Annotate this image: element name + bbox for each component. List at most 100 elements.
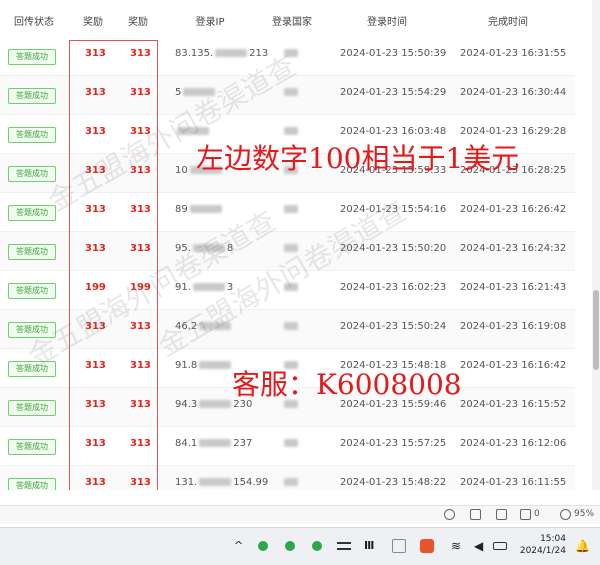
chevron-up-icon[interactable]: ^ bbox=[234, 539, 248, 553]
ip-prefix: 10 bbox=[175, 165, 188, 176]
ip-prefix: 46.2 bbox=[175, 321, 198, 332]
reward-value: 313 bbox=[130, 165, 151, 176]
windows-taskbar: ^ Ⅲ ≋ ◀ 15:04 2024/1/24 🔔 bbox=[0, 527, 600, 565]
wechat-icon[interactable] bbox=[312, 541, 322, 551]
status-badge: 答题成功 bbox=[8, 244, 56, 260]
zoom-icon[interactable] bbox=[560, 509, 571, 520]
overlay-contact: 客服：K6008008 bbox=[232, 368, 462, 401]
redacted-block bbox=[284, 478, 298, 486]
login-country bbox=[284, 438, 298, 449]
survey-results-page: 回传状态 奖励 奖励 登录IP 登录国家 登录时间 完成时间 答题成功 313 31… bbox=[0, 0, 600, 490]
login-country bbox=[284, 321, 298, 332]
scrollbar-thumb[interactable] bbox=[593, 290, 599, 370]
status-badge: 答题成功 bbox=[8, 400, 56, 416]
wechat-icon[interactable] bbox=[285, 541, 295, 551]
login-time: 2024-01-23 16:03:48 bbox=[340, 126, 447, 137]
reader-icon[interactable] bbox=[470, 509, 481, 520]
redacted-block bbox=[284, 283, 298, 291]
login-country bbox=[284, 48, 298, 59]
grid-icon[interactable] bbox=[520, 509, 531, 520]
reward-value: 313 bbox=[85, 243, 106, 254]
save-icon[interactable] bbox=[496, 509, 507, 520]
col-header-reward-2: 奖励 bbox=[128, 17, 148, 28]
login-ip: 46.2 bbox=[175, 321, 233, 332]
input-method-icon[interactable] bbox=[392, 539, 406, 553]
login-ip bbox=[175, 126, 211, 137]
volume-icon[interactable]: ◀ bbox=[474, 539, 488, 553]
login-country bbox=[284, 243, 298, 254]
redacted-block bbox=[192, 244, 225, 252]
reward-value: 313 bbox=[85, 321, 106, 332]
col-header-reward-1: 奖励 bbox=[83, 17, 103, 28]
status-badge: 答题成功 bbox=[8, 205, 56, 221]
table-row[interactable]: 答题成功 199 199 91. 3 2024-01-23 16:02:23 2024-01… bbox=[0, 271, 575, 310]
done-time: 2024-01-23 16:19:08 bbox=[460, 321, 567, 332]
login-ip: 91. 3 bbox=[175, 282, 233, 293]
login-time: 2024-01-23 16:02:23 bbox=[340, 282, 447, 293]
table-row[interactable]: 答题成功 313 313 84.1 237 2024-01-23 15:57:25 2024… bbox=[0, 427, 575, 466]
login-time: 2024-01-23 15:54:29 bbox=[340, 87, 447, 98]
status-badge: 答题成功 bbox=[8, 439, 56, 455]
table-row[interactable]: 答题成功 313 313 83.135. 213 2024-01-23 15:50:39 2… bbox=[0, 37, 575, 76]
login-country bbox=[284, 204, 298, 215]
redacted-block bbox=[284, 439, 298, 447]
redacted-block bbox=[199, 400, 232, 408]
reward-value: 313 bbox=[85, 48, 106, 59]
app-icon[interactable]: Ⅲ bbox=[364, 539, 378, 553]
done-time: 2024-01-23 16:29:28 bbox=[460, 126, 567, 137]
redacted-block bbox=[284, 244, 298, 252]
reward-value: 313 bbox=[130, 438, 151, 449]
table-body: 答题成功 313 313 83.135. 213 2024-01-23 15:50:39 2… bbox=[0, 37, 575, 490]
table-row[interactable]: 答题成功 313 313 131. 154.99 2024-01-23 15:48:22 2… bbox=[0, 466, 575, 490]
table-row[interactable]: 答题成功 313 313 46.2 2024-01-23 15:50:24 2024-01… bbox=[0, 310, 575, 349]
ip-prefix: 131. bbox=[175, 477, 198, 488]
reward-value: 313 bbox=[85, 126, 106, 137]
reward-value: 313 bbox=[130, 243, 151, 254]
status-badge: 答题成功 bbox=[8, 88, 56, 104]
done-time: 2024-01-23 16:26:42 bbox=[460, 204, 567, 215]
redacted-block bbox=[199, 361, 232, 369]
reward-value: 199 bbox=[85, 282, 106, 293]
redacted-block bbox=[284, 322, 298, 330]
taskbar-clock[interactable]: 15:04 2024/1/24 bbox=[516, 533, 566, 557]
login-country bbox=[284, 126, 298, 137]
battery-icon[interactable] bbox=[493, 542, 507, 550]
ip-prefix: 95. bbox=[175, 243, 191, 254]
security-app-icon[interactable] bbox=[420, 539, 434, 553]
reward-value: 313 bbox=[85, 477, 106, 488]
reward-value: 313 bbox=[130, 87, 151, 98]
reward-value: 313 bbox=[85, 360, 106, 371]
grid-count: 0 bbox=[534, 509, 540, 519]
redacted-block bbox=[284, 127, 298, 135]
reward-value: 313 bbox=[85, 399, 106, 410]
reward-value: 313 bbox=[130, 204, 151, 215]
vertical-scrollbar[interactable] bbox=[592, 0, 600, 490]
redacted-block bbox=[183, 88, 216, 96]
ip-prefix: 5 bbox=[175, 87, 182, 98]
zoom-level[interactable]: 95% bbox=[574, 509, 594, 519]
wechat-icon[interactable] bbox=[258, 541, 268, 551]
login-ip: 91.8 bbox=[175, 360, 233, 371]
reward-value: 313 bbox=[130, 360, 151, 371]
redacted-block bbox=[177, 127, 209, 135]
col-header-done-time: 完成时间 bbox=[488, 17, 528, 28]
col-header-country: 登录国家 bbox=[272, 17, 312, 28]
shield-icon[interactable] bbox=[444, 509, 455, 520]
wifi-icon[interactable]: ≋ bbox=[451, 539, 465, 553]
status-badge: 答题成功 bbox=[8, 361, 56, 377]
app-status-bar: 0 95% bbox=[0, 505, 600, 524]
ip-suffix: 3 bbox=[226, 282, 234, 293]
table-row[interactable]: 答题成功 313 313 5 2024-01-23 15:54:29 2024-01-23… bbox=[0, 76, 575, 115]
login-time: 2024-01-23 15:57:25 bbox=[340, 438, 447, 449]
table-row[interactable]: 答题成功 313 313 89 2024-01-23 15:54:16 2024-01-2… bbox=[0, 193, 575, 232]
redacted-block bbox=[215, 49, 248, 57]
table-header: 回传状态 奖励 奖励 登录IP 登录国家 登录时间 完成时间 bbox=[0, 0, 575, 40]
notification-bell-icon[interactable]: 🔔 bbox=[575, 539, 590, 553]
switch-icon[interactable] bbox=[337, 542, 351, 550]
clock-time: 15:04 bbox=[540, 534, 566, 544]
reward-value: 313 bbox=[85, 165, 106, 176]
table-row[interactable]: 答题成功 313 313 95. 8 2024-01-23 15:50:20 2024-01… bbox=[0, 232, 575, 271]
login-time: 2024-01-23 15:54:16 bbox=[340, 204, 447, 215]
reward-value: 313 bbox=[130, 48, 151, 59]
login-ip: 84.1 237 bbox=[175, 438, 252, 449]
